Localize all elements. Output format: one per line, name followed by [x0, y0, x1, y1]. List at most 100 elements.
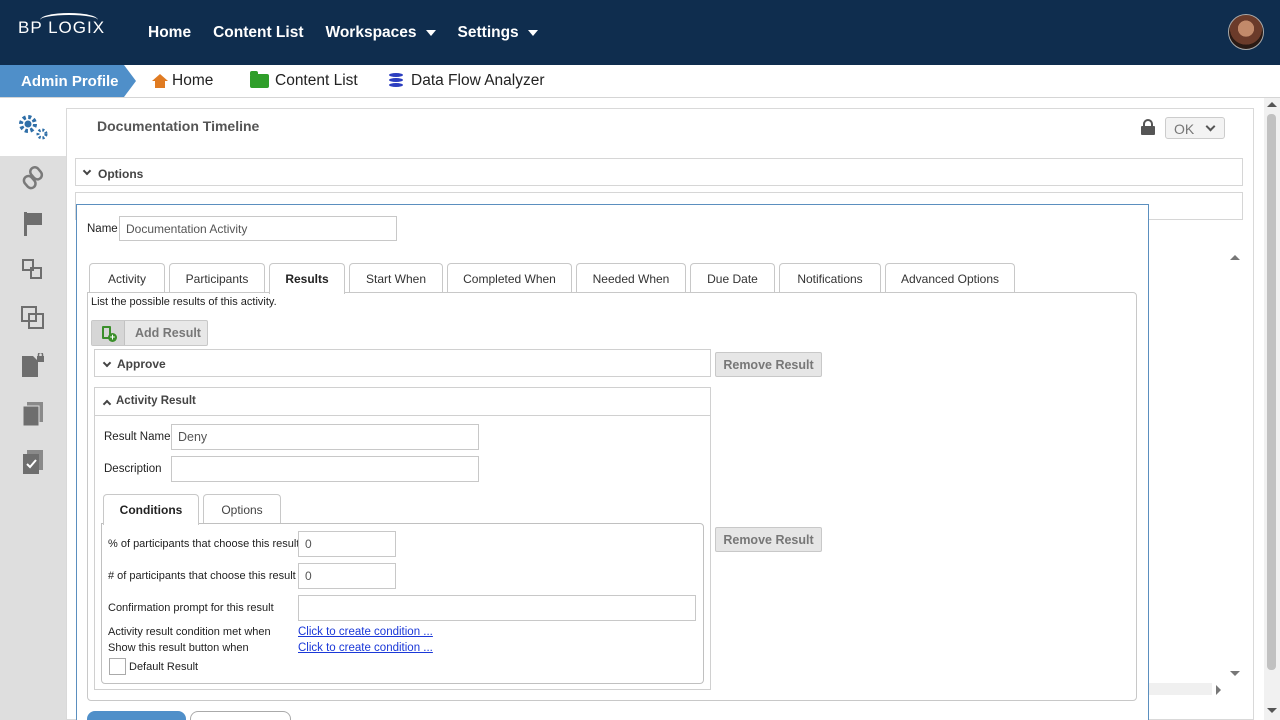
count-participants-label: # of participants that choose this resul…: [108, 570, 296, 582]
copy-structure-icon-svg: [22, 259, 42, 279]
subtab-options-label: Options: [221, 503, 263, 517]
name-label: Name: [87, 223, 118, 235]
nav-settings-label: Settings: [457, 24, 519, 41]
show-button-link[interactable]: Click to create condition ...: [298, 642, 433, 654]
chevron-down-icon: [1205, 121, 1216, 132]
description-input[interactable]: [171, 456, 479, 482]
add-result-label: Add Result: [135, 326, 201, 340]
condition-met-label: Activity result condition met when: [108, 626, 271, 638]
tab-advanced-options-label: Advanced Options: [900, 272, 1000, 286]
result-activity-result-title: Activity Result: [116, 395, 196, 407]
tab-start-when[interactable]: Start When: [349, 263, 443, 293]
subtab-conditions-label: Conditions: [119, 503, 183, 517]
nav-home[interactable]: Home: [148, 24, 191, 42]
documents-icon[interactable]: [0, 390, 66, 438]
tab-participants-label: Participants: [185, 272, 249, 286]
result-approve-header[interactable]: Approve: [94, 349, 711, 377]
ok-button[interactable]: OK: [1165, 117, 1225, 139]
subtab-conditions[interactable]: Conditions: [103, 494, 199, 525]
layers-icon-svg: [21, 306, 44, 329]
percent-participants-label: % of participants that choose this resul…: [108, 538, 300, 550]
lock-icon[interactable]: [1141, 119, 1155, 135]
default-result-label: Default Result: [129, 661, 199, 673]
remove-result-button-approve[interactable]: Remove Result: [715, 352, 822, 377]
scroll-up-arrow-icon[interactable]: [1267, 102, 1277, 107]
inner-horizontal-scrollbar[interactable]: [1148, 683, 1212, 695]
breadcrumb-data-flow-analyzer[interactable]: Data Flow Analyzer: [389, 72, 545, 90]
results-hint: List the possible results of this activi…: [91, 296, 277, 308]
flag-icon-svg: [24, 212, 42, 236]
add-document-icon: +: [92, 321, 125, 345]
default-result-checkbox[interactable]: [109, 658, 126, 675]
plus-icon: +: [108, 332, 117, 342]
bottom-primary-button[interactable]: [87, 711, 186, 720]
documents-icon-svg: [22, 402, 43, 427]
nav-content-list[interactable]: Content List: [213, 24, 303, 42]
condition-met-link[interactable]: Click to create condition ...: [298, 626, 433, 638]
lock-body: [1141, 126, 1155, 135]
remove-result-button-activity-result[interactable]: Remove Result: [715, 527, 822, 552]
nav-workspaces-label: Workspaces: [325, 24, 417, 41]
tab-completed-when-label: Completed When: [463, 272, 556, 286]
add-result-button[interactable]: + Add Result: [91, 320, 208, 346]
checklist-icon[interactable]: [0, 438, 66, 486]
nav-settings[interactable]: Settings: [458, 24, 538, 42]
copy-structure-icon[interactable]: [0, 246, 66, 294]
nav-home-label: Home: [148, 24, 192, 41]
result-activity-result-header[interactable]: Activity Result: [95, 388, 710, 416]
page-vertical-scrollbar[interactable]: [1264, 98, 1280, 720]
tab-due-date-label: Due Date: [707, 272, 758, 286]
chevron-down-icon: [82, 166, 92, 176]
left-icon-sidebar: [0, 98, 66, 720]
admin-profile-label: Admin Profile: [21, 73, 119, 90]
tab-needed-when[interactable]: Needed When: [576, 263, 686, 293]
tab-notifications-label: Notifications: [797, 272, 863, 286]
tab-completed-when[interactable]: Completed When: [447, 263, 572, 293]
scroll-down-arrow-icon[interactable]: [1267, 708, 1277, 713]
percent-participants-input[interactable]: 0: [298, 531, 396, 557]
tab-activity[interactable]: Activity: [89, 263, 165, 293]
layers-icon[interactable]: [0, 294, 66, 342]
top-navigation-bar: BP LOGIX Home Content List Workspaces Se…: [0, 0, 1280, 65]
nav-content-list-label: Content List: [213, 24, 304, 41]
result-name-input[interactable]: Deny: [171, 424, 479, 450]
tab-participants[interactable]: Participants: [169, 263, 265, 293]
user-avatar[interactable]: [1228, 14, 1264, 50]
tab-notifications[interactable]: Notifications: [779, 263, 881, 293]
locked-document-icon-svg: [22, 353, 44, 377]
result-approve-title: Approve: [117, 357, 166, 371]
tab-results[interactable]: Results: [269, 263, 345, 294]
chevron-down-icon: [527, 30, 538, 36]
count-participants-input[interactable]: 0: [298, 563, 396, 589]
nav-workspaces[interactable]: Workspaces: [325, 24, 436, 42]
gears-icon[interactable]: [0, 98, 66, 156]
database-icon: [389, 73, 403, 89]
gears-icon-svg: [19, 115, 48, 140]
confirmation-prompt-input[interactable]: [298, 595, 696, 621]
inner-scroll-down-arrow-icon[interactable]: [1230, 671, 1240, 676]
breadcrumb-home[interactable]: Home: [152, 72, 213, 90]
inner-scroll-right-arrow-icon[interactable]: [1216, 685, 1221, 695]
page-title: Documentation Timeline: [97, 118, 260, 134]
tab-results-label: Results: [285, 272, 329, 286]
flag-icon[interactable]: [0, 200, 66, 248]
remove-result-label: Remove Result: [723, 533, 814, 547]
tab-advanced-options[interactable]: Advanced Options: [885, 263, 1015, 293]
bottom-secondary-button[interactable]: [190, 711, 291, 720]
scrollbar-thumb[interactable]: [1267, 114, 1276, 670]
home-icon: [152, 74, 168, 88]
bp-logix-logo[interactable]: BP LOGIX: [18, 13, 105, 38]
link-icon[interactable]: [0, 154, 66, 202]
ok-button-label: OK: [1174, 121, 1195, 137]
tab-needed-when-label: Needed When: [592, 272, 670, 286]
locked-document-icon[interactable]: [0, 342, 66, 390]
breadcrumb-content-list[interactable]: Content List: [250, 71, 358, 90]
admin-profile-tab[interactable]: Admin Profile: [0, 65, 136, 97]
chevron-down-icon: [425, 30, 436, 36]
options-section-header[interactable]: Options: [75, 158, 1243, 186]
description-label: Description: [104, 463, 162, 475]
subtab-options[interactable]: Options: [203, 494, 281, 524]
tab-due-date[interactable]: Due Date: [690, 263, 775, 293]
name-input[interactable]: Documentation Activity: [119, 216, 397, 241]
inner-scroll-up-arrow-icon[interactable]: [1230, 255, 1240, 260]
